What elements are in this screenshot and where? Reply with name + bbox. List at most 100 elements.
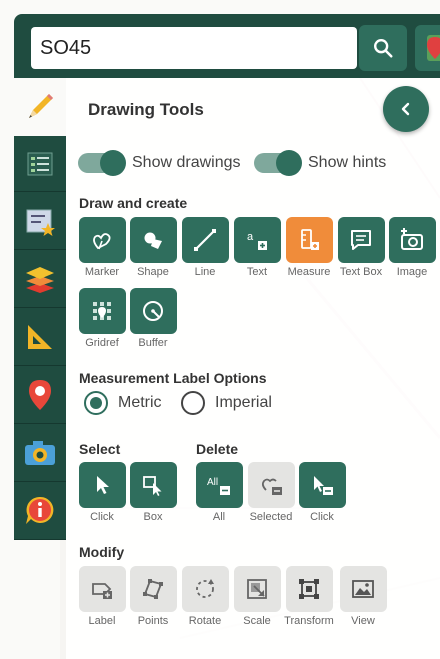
modify-scale-label: Scale bbox=[243, 615, 271, 627]
modify-label-button[interactable] bbox=[78, 566, 126, 612]
show-drawings-toggle[interactable] bbox=[78, 150, 126, 176]
delete-all-icon: All bbox=[207, 477, 230, 495]
collapse-panel-button[interactable] bbox=[383, 86, 429, 132]
tool-modify-rotate[interactable]: Rotate bbox=[180, 566, 230, 627]
scale-icon bbox=[247, 579, 267, 599]
delete-selected-button[interactable] bbox=[247, 462, 295, 508]
tool-gridref[interactable]: Gridref bbox=[77, 288, 127, 349]
label-tag-icon bbox=[92, 583, 112, 599]
star-bookmark-icon bbox=[26, 209, 55, 236]
camera-icon bbox=[25, 440, 55, 465]
imperial-label: Imperial bbox=[215, 394, 272, 411]
chevron-left-icon bbox=[401, 102, 410, 116]
image-button[interactable] bbox=[388, 217, 436, 263]
modify-scale-button[interactable] bbox=[233, 566, 281, 612]
svg-text:a: a bbox=[247, 231, 254, 243]
imperial-radio[interactable] bbox=[181, 391, 205, 415]
modify-view-label: View bbox=[351, 615, 375, 627]
shape-label: Shape bbox=[137, 266, 169, 278]
rail-drawing-tools[interactable] bbox=[14, 78, 66, 136]
tool-text[interactable]: a Text bbox=[232, 217, 282, 278]
text-box-icon bbox=[351, 230, 371, 250]
modify-transform-button[interactable] bbox=[285, 566, 333, 612]
info-icon bbox=[26, 496, 54, 524]
view-image-icon bbox=[352, 580, 374, 598]
rail-layers[interactable] bbox=[14, 250, 66, 308]
svg-text:All: All bbox=[207, 477, 218, 488]
delete-click-label: Click bbox=[310, 511, 334, 523]
metric-option[interactable]: Metric bbox=[84, 391, 162, 415]
tool-buffer[interactable]: Buffer bbox=[128, 288, 178, 349]
tool-modify-scale[interactable]: Scale bbox=[232, 566, 282, 627]
modify-label-label: Label bbox=[88, 615, 116, 627]
text-button[interactable]: a bbox=[233, 217, 281, 263]
tool-marker[interactable]: Marker bbox=[77, 217, 127, 278]
tool-modify-transform[interactable]: Transform bbox=[284, 566, 334, 627]
modify-transform-label: Transform bbox=[284, 615, 334, 627]
imperial-option[interactable]: Imperial bbox=[181, 391, 272, 415]
rail-legend[interactable] bbox=[14, 136, 66, 192]
tool-shape[interactable]: Shape bbox=[128, 217, 178, 278]
line-button[interactable] bbox=[181, 217, 229, 263]
tool-delete-selected[interactable]: Selected bbox=[246, 462, 296, 523]
buffer-button[interactable] bbox=[129, 288, 177, 334]
rail-bookmarks[interactable] bbox=[14, 192, 66, 250]
rail-location[interactable] bbox=[14, 366, 66, 424]
search-input[interactable] bbox=[31, 27, 357, 69]
gridref-button[interactable] bbox=[78, 288, 126, 334]
rail-measure[interactable] bbox=[14, 308, 66, 366]
tool-text-box[interactable]: Text Box bbox=[336, 217, 386, 278]
shape-icon bbox=[144, 232, 162, 249]
modify-view-button[interactable] bbox=[339, 566, 387, 612]
side-toolbar bbox=[14, 78, 66, 540]
modify-rotate-button[interactable] bbox=[181, 566, 229, 612]
tool-select-box[interactable]: Box bbox=[128, 462, 178, 523]
metric-label: Metric bbox=[118, 394, 162, 411]
delete-all-button[interactable]: All bbox=[195, 462, 243, 508]
select-click-button[interactable] bbox=[78, 462, 126, 508]
tool-select-click[interactable]: Click bbox=[77, 462, 127, 523]
tool-measure[interactable]: Measure bbox=[284, 217, 334, 278]
delete-click-icon bbox=[314, 476, 333, 495]
legend-list-icon bbox=[27, 152, 53, 175]
tool-image[interactable]: Image bbox=[387, 217, 437, 278]
layers-icon bbox=[26, 266, 54, 293]
add-photo-icon bbox=[401, 228, 423, 250]
modify-points-label: Points bbox=[137, 615, 169, 627]
show-hints-toggle-row[interactable]: Show hints bbox=[254, 150, 387, 176]
show-hints-toggle[interactable] bbox=[254, 150, 302, 176]
delete-click-button[interactable] bbox=[298, 462, 346, 508]
marker-button[interactable] bbox=[78, 217, 126, 263]
map-pin-icon bbox=[427, 35, 440, 61]
select-box-button[interactable] bbox=[129, 462, 177, 508]
line-icon bbox=[194, 229, 216, 251]
gridref-icon bbox=[93, 302, 111, 320]
tool-modify-view[interactable]: View bbox=[338, 566, 388, 627]
gridref-label: Gridref bbox=[85, 337, 119, 349]
map-button[interactable] bbox=[415, 25, 440, 71]
buffer-label: Buffer bbox=[138, 337, 168, 349]
cursor-icon bbox=[97, 476, 109, 494]
text-label: Text bbox=[246, 266, 268, 278]
marker-label: Marker bbox=[84, 266, 120, 278]
metric-radio[interactable] bbox=[84, 391, 108, 415]
show-drawings-label: Show drawings bbox=[132, 154, 241, 171]
tool-delete-all[interactable]: All All bbox=[194, 462, 244, 523]
set-square-icon bbox=[28, 324, 52, 349]
show-hints-label: Show hints bbox=[308, 154, 387, 171]
tool-line[interactable]: Line bbox=[180, 217, 230, 278]
search-button[interactable] bbox=[359, 25, 407, 71]
measure-label: Measure bbox=[287, 266, 331, 278]
delete-all-label: All bbox=[212, 511, 226, 523]
tool-delete-click[interactable]: Click bbox=[297, 462, 347, 523]
modify-points-button[interactable] bbox=[129, 566, 177, 612]
line-label: Line bbox=[194, 266, 216, 278]
tool-modify-points[interactable]: Points bbox=[128, 566, 178, 627]
text-box-button[interactable] bbox=[337, 217, 385, 263]
measure-button[interactable] bbox=[285, 217, 333, 263]
show-drawings-toggle-row[interactable]: Show drawings bbox=[78, 150, 241, 176]
rail-camera[interactable] bbox=[14, 424, 66, 482]
tool-modify-label[interactable]: Label bbox=[77, 566, 127, 627]
rail-info[interactable] bbox=[14, 482, 66, 540]
shape-button[interactable] bbox=[129, 217, 177, 263]
